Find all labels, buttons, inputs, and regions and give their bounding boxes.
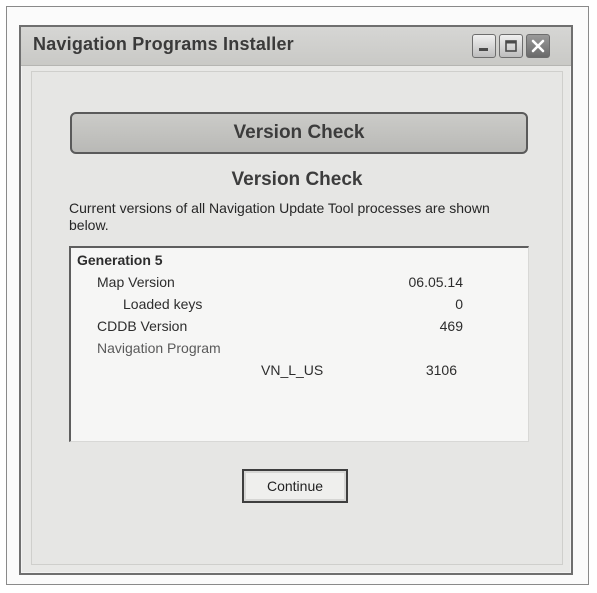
installer-window: Navigation Programs Installer Version Ch… (19, 25, 573, 575)
title-bar[interactable]: Navigation Programs Installer (21, 27, 571, 66)
maximize-button[interactable] (499, 34, 523, 58)
navigation-program-value: 3106 (425, 362, 457, 378)
window-title: Navigation Programs Installer (33, 34, 294, 54)
cddb-version-label: CDDB Version (97, 318, 188, 334)
navigation-program-label: Navigation Program (97, 340, 221, 356)
close-icon (531, 39, 545, 53)
loaded-keys-value: 0 (455, 296, 463, 312)
maximize-icon (505, 40, 517, 52)
window-content: Version Check Version Check Current vers… (31, 71, 563, 565)
versions-panel: Generation 5 Map Version 06.05.14 Loaded… (69, 246, 529, 442)
close-button[interactable] (526, 34, 550, 58)
map-version-value: 06.05.14 (408, 274, 464, 290)
continue-button[interactable]: Continue (242, 469, 348, 503)
page-subheading: Version Check (231, 169, 363, 190)
description-text: Current versions of all Navigation Updat… (69, 200, 490, 233)
map-version-label: Map Version (97, 274, 175, 290)
loaded-keys-label: Loaded keys (123, 296, 203, 312)
minimize-icon (479, 48, 488, 51)
minimize-button[interactable] (472, 34, 496, 58)
generation-label: Generation 5 (77, 252, 163, 268)
navigation-program-name: VN_L_US (261, 362, 324, 378)
cddb-version-value: 469 (439, 318, 463, 334)
banner-title: Version Check (233, 122, 365, 143)
version-check-banner: Version Check (70, 112, 528, 154)
